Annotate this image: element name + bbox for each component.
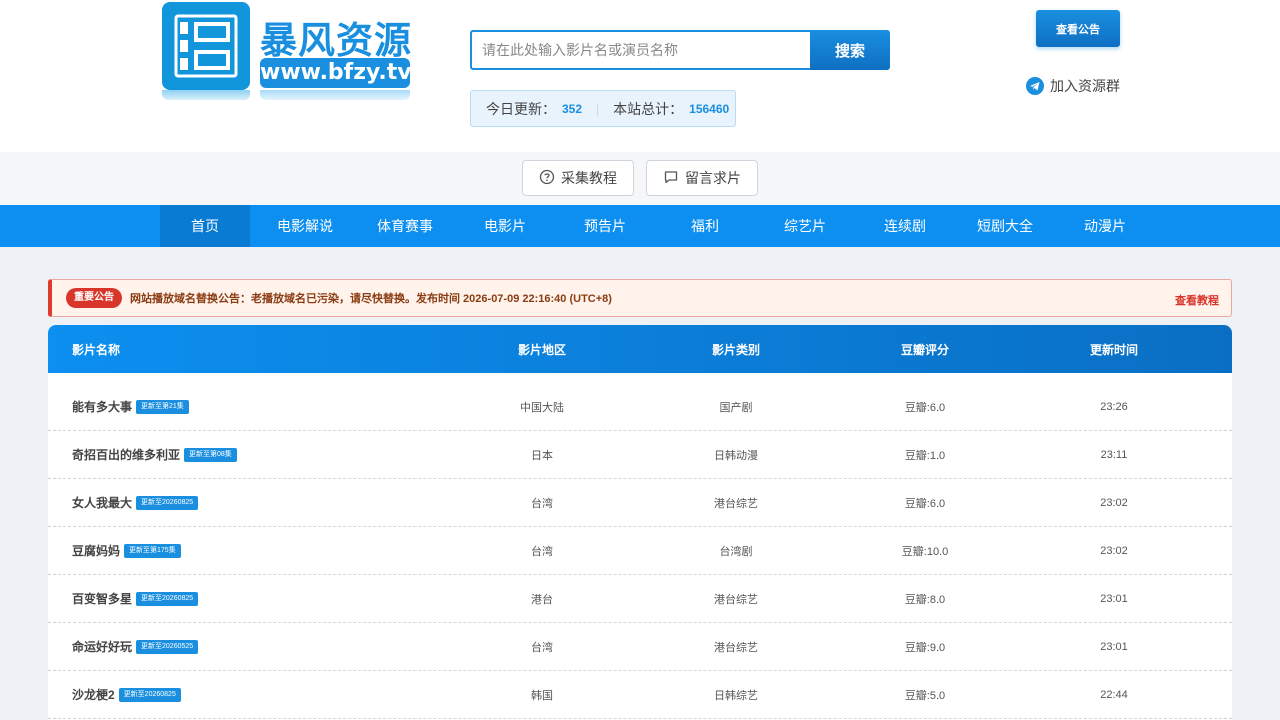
film-title-link[interactable]: 命运好好玩 [72, 638, 132, 655]
episode-tag: 更新至第175集 [124, 543, 181, 558]
film-category: 国产剧 [719, 401, 753, 414]
today-label: 今日更新： [486, 100, 556, 117]
header-category: 影片类别 [711, 342, 760, 357]
table-body: 能有多大事 更新至第21集 中国大陆 国产剧 豆瓣:6.0 23:26 奇招百出的… [48, 373, 1232, 719]
site-logo[interactable]: 暴风资源 www.bfzy.tv [162, 0, 412, 100]
table-row: 沙龙梗2 更新至20260825 韩国 日韩综艺 豆瓣:5.0 22:44 [48, 671, 1232, 719]
view-notice-button[interactable]: 查看公告 [1036, 10, 1120, 47]
nav-item-home[interactable]: 首页 [160, 205, 250, 247]
site-header: 暴风资源 www.bfzy.tv 搜索 今日更新： 352 | 本站总计： 15… [0, 0, 1280, 152]
film-logo-icon [162, 2, 250, 90]
episode-tag: 更新至20260825 [136, 495, 199, 510]
nav-item-film-commentary[interactable]: 电影解说 [260, 205, 350, 247]
table-row: 百变智多星 更新至20260825 港台 港台综艺 豆瓣:8.0 23:01 [48, 575, 1232, 623]
film-region: 中国大陆 [520, 401, 564, 414]
film-update-time: 23:26 [1100, 400, 1128, 413]
film-region: 台湾 [531, 641, 553, 654]
important-badge: 重要公告 [66, 288, 122, 308]
table-header: 影片名称 影片地区 影片类别 豆瓣评分 更新时间 [48, 325, 1232, 373]
episode-tag: 更新至第08集 [184, 447, 237, 462]
tutorial-button[interactable]: 采集教程 [522, 160, 634, 196]
film-region: 台湾 [531, 497, 553, 510]
search-button[interactable]: 搜索 [810, 30, 890, 70]
film-score: 豆瓣:5.0 [904, 689, 946, 702]
film-category: 港台综艺 [714, 641, 758, 654]
table-row: 命运好好玩 更新至20260525 台湾 港台综艺 豆瓣:9.0 23:01 [48, 623, 1232, 671]
film-update-time: 23:11 [1100, 448, 1128, 461]
film-title-link[interactable]: 百变智多星 [72, 590, 132, 607]
nav-item-movies[interactable]: 电影片 [460, 205, 550, 247]
film-update-time: 23:02 [1100, 496, 1128, 509]
table-row: 豆腐妈妈 更新至第175集 台湾 台湾剧 豆瓣:10.0 23:02 [48, 527, 1232, 575]
sub-toolbar: 采集教程 留言求片 [0, 152, 1280, 205]
film-table: 影片名称 影片地区 影片类别 豆瓣评分 更新时间 能有多大事 更新至第21集 中国… [48, 325, 1232, 720]
search-input[interactable] [470, 30, 810, 70]
join-group-link[interactable]: 加入资源群 [1026, 76, 1120, 96]
announcement-text: 网站播放域名替换公告：老播放域名已污染，请尽快替换。发布时间 2026-07-0… [130, 293, 612, 305]
nav-item-welfare[interactable]: 福利 [660, 205, 750, 247]
request-film-button[interactable]: 留言求片 [646, 160, 758, 196]
film-region: 日本 [531, 449, 553, 462]
header-update-time: 更新时间 [1089, 342, 1138, 357]
logo-url: www.bfzy.tv [260, 58, 412, 88]
total-label: 本站总计： [613, 100, 684, 117]
film-title-link[interactable]: 奇招百出的维多利亚 [72, 446, 180, 463]
search-bar: 搜索 [470, 30, 890, 70]
episode-tag: 更新至第21集 [136, 399, 189, 414]
film-category: 港台综艺 [714, 497, 758, 510]
episode-tag: 更新至20260825 [118, 687, 181, 702]
stats-divider: | [596, 101, 600, 116]
update-stats: 今日更新： 352 | 本站总计： 156460 [470, 90, 736, 127]
nav-item-sports[interactable]: 体育赛事 [360, 205, 450, 247]
film-update-time: 23:01 [1100, 592, 1128, 605]
film-region: 台湾 [531, 545, 553, 558]
film-score: 豆瓣:9.0 [904, 641, 946, 654]
join-group-label: 加入资源群 [1050, 78, 1120, 94]
question-circle-icon [539, 169, 555, 188]
film-score: 豆瓣:10.0 [901, 545, 949, 558]
today-count: 352 [562, 101, 583, 116]
nav-item-short-drama[interactable]: 短剧大全 [960, 205, 1050, 247]
nav-item-trailers[interactable]: 预告片 [560, 205, 650, 247]
film-score: 豆瓣:8.0 [904, 593, 946, 606]
film-title-link[interactable]: 沙龙梗2 [72, 686, 115, 703]
announcement-bar: 重要公告 网站播放域名替换公告：老播放域名已污染，请尽快替换。发布时间 2026… [48, 279, 1232, 317]
header-title: 影片名称 [72, 342, 121, 357]
logo-title: 暴风资源 [260, 20, 412, 61]
film-category: 台湾剧 [719, 545, 753, 558]
nav-item-anime[interactable]: 动漫片 [1060, 205, 1150, 247]
request-label: 留言求片 [685, 170, 741, 186]
film-title-link[interactable]: 豆腐妈妈 [72, 542, 120, 559]
film-update-time: 23:01 [1100, 640, 1128, 653]
film-title-link[interactable]: 女人我最大 [72, 494, 132, 511]
film-category: 日韩综艺 [714, 689, 758, 702]
table-row: 奇招百出的维多利亚 更新至第08集 日本 日韩动漫 豆瓣:1.0 23:11 [48, 431, 1232, 479]
film-category: 港台综艺 [714, 593, 758, 606]
message-icon [663, 169, 679, 188]
total-count: 156460 [689, 101, 730, 116]
table-row: 女人我最大 更新至20260825 台湾 港台综艺 豆瓣:6.0 23:02 [48, 479, 1232, 527]
header-region: 影片地区 [517, 342, 566, 357]
film-update-time: 23:02 [1100, 544, 1128, 557]
table-row: 能有多大事 更新至第21集 中国大陆 国产剧 豆瓣:6.0 23:26 [48, 383, 1232, 431]
episode-tag: 更新至20260825 [136, 591, 199, 606]
film-region: 港台 [531, 593, 553, 606]
main-nav: 首页 电影解说 体育赛事 电影片 预告片 福利 综艺片 连续剧 短剧大全 动漫片 [0, 205, 1280, 247]
film-score: 豆瓣:6.0 [904, 497, 946, 510]
header-score: 豆瓣评分 [900, 342, 949, 357]
tutorial-label: 采集教程 [561, 170, 617, 186]
episode-tag: 更新至20260525 [136, 639, 199, 654]
film-category: 日韩动漫 [714, 449, 758, 462]
film-title-link[interactable]: 能有多大事 [72, 398, 132, 415]
film-update-time: 22:44 [1100, 688, 1128, 701]
telegram-icon [1026, 77, 1044, 95]
nav-item-variety[interactable]: 综艺片 [760, 205, 850, 247]
nav-item-series[interactable]: 连续剧 [860, 205, 950, 247]
film-score: 豆瓣:6.0 [904, 401, 946, 414]
view-tutorial-link[interactable]: 查看教程 [1175, 292, 1219, 308]
film-region: 韩国 [531, 689, 553, 702]
film-score: 豆瓣:1.0 [904, 449, 946, 462]
